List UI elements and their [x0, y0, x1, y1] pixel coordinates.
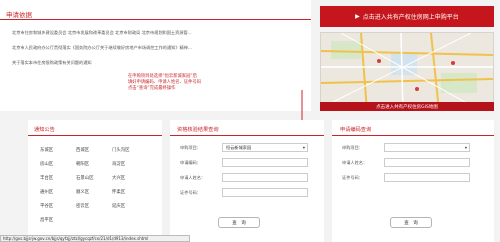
code-query-divider [332, 135, 494, 136]
code-query-panel: 申请编码查询 申购项目： ▾ 申请人姓名： 证件号码： 查 询 [332, 120, 494, 242]
notice-title: 通知公告 [34, 127, 55, 133]
district-link[interactable]: 怀柔区 [112, 189, 125, 195]
result-query-divider [170, 135, 324, 136]
district-link[interactable]: 石景山区 [76, 175, 94, 181]
chevron-down-icon: ▾ [302, 145, 305, 150]
news-link[interactable]: 北京市住房和城乡建设委员会 北京市发展和改革委员会 北京市财政局 北京市规划和国… [12, 30, 192, 36]
status-bar-url: http://gxs.bjjsrjw.gov.cn/bjjs/qyfzjj/zt… [0, 235, 190, 242]
news-link[interactable]: 关于落实本市住房限购政策有关问题的通知 [12, 60, 92, 66]
enter-platform-label: 点击进入共有产权住房网上申购平台 [362, 14, 459, 21]
district-link[interactable]: 平谷区 [40, 203, 53, 209]
code-label: 申请编码： [180, 160, 201, 165]
project-select[interactable]: 恒云新城家园 ▾ [222, 143, 308, 152]
district-link[interactable]: 丰台区 [40, 175, 53, 181]
district-link[interactable]: 东城区 [40, 147, 53, 153]
district-link[interactable]: 顺义区 [76, 189, 89, 195]
instruction-callout: 在申购项目处选择“恒云新城家园”后 填好申请编码、申请人姓名、证件号码 点击“查… [128, 74, 201, 92]
id-label: 证件号码： [180, 190, 201, 195]
policy-news-divider [0, 19, 311, 20]
id-label: 证件号码： [342, 175, 363, 180]
district-link[interactable]: 朝阳区 [76, 161, 89, 167]
project-select-value: 恒云新城家园 [226, 145, 252, 150]
id-number-input[interactable] [384, 173, 470, 182]
chevron-down-icon: ▾ [464, 145, 467, 150]
district-link[interactable]: 门头沟区 [112, 147, 130, 153]
result-query-panel: 资格核验结果查询 申购项目： 恒云新城家园 ▾ 申请编码： 申请人姓名： 证件号… [170, 120, 324, 242]
notice-panel: 通知公告 东城区 西城区 门头沟区 房山区 朝阳区 海淀区 丰台区 石景山区 大… [28, 120, 162, 242]
instruction-line: 点击“查询”完成最终操作 [128, 86, 176, 91]
gis-map-link[interactable]: 点击进入共有产权住房GIS地图 [320, 102, 494, 111]
query-button[interactable]: 查 询 [390, 217, 432, 228]
applicant-name-input[interactable] [384, 158, 470, 167]
project-label: 申购项目： [342, 145, 363, 150]
district-link[interactable]: 密云区 [76, 203, 89, 209]
name-label: 申请人姓名： [342, 160, 368, 165]
project-label: 申购项目： [180, 145, 201, 150]
id-number-input[interactable] [222, 188, 308, 197]
result-query-title: 资格核验结果查询 [177, 127, 219, 133]
query-button[interactable]: 查 询 [218, 217, 260, 228]
project-select[interactable]: ▾ [384, 143, 470, 152]
code-query-title: 申请编码查询 [340, 127, 372, 133]
application-code-input[interactable] [222, 158, 308, 167]
district-link[interactable]: 海淀区 [112, 161, 125, 167]
district-link[interactable]: 昌平区 [40, 217, 53, 223]
district-link[interactable]: 延庆区 [112, 203, 125, 209]
district-link[interactable]: 大兴区 [112, 175, 125, 181]
arrow-right-icon: ▶ [355, 13, 360, 20]
applicant-name-input[interactable] [222, 173, 308, 182]
name-label: 申请人姓名： [180, 175, 206, 180]
enter-platform-button[interactable]: ▶ 点击进入共有产权住房网上申购平台 [320, 6, 494, 27]
policy-news-panel: 申请依据 北京市住房和城乡建设委员会 北京市发展和改革委员会 北京市财政局 北京… [0, 0, 311, 111]
map-image [321, 33, 493, 109]
policy-news-title: 申请依据 [6, 11, 32, 19]
district-link[interactable]: 西城区 [76, 147, 89, 153]
news-link[interactable]: 北京市人民政府办公厅贯彻落实《国务院办公厅关于继续做好房地产市场调控工作的通知》… [12, 45, 192, 51]
gis-map-thumbnail[interactable] [320, 32, 494, 110]
district-link[interactable]: 房山区 [40, 161, 53, 167]
notice-divider [28, 135, 162, 136]
district-link[interactable]: 通州区 [40, 189, 53, 195]
